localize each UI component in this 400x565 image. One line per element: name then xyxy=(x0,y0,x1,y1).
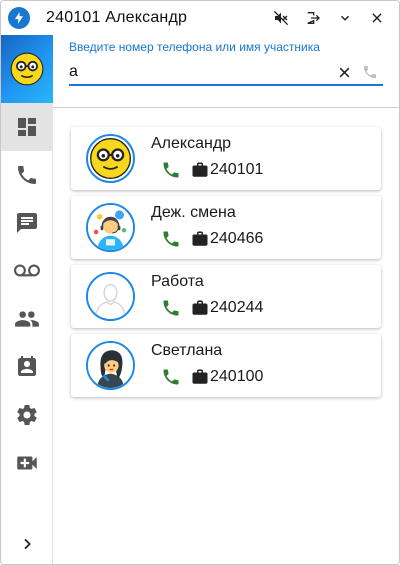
chevron-right-icon xyxy=(24,538,31,550)
contact-name: Александр xyxy=(151,135,232,152)
sidebar-item-contacts[interactable] xyxy=(1,295,53,343)
phone-icon xyxy=(163,231,179,247)
contact-name: Работа xyxy=(151,273,204,290)
contact-number-row: 240244 xyxy=(161,298,263,318)
mute-icon xyxy=(273,10,289,26)
avatar xyxy=(86,203,135,252)
phone-icon xyxy=(364,66,376,78)
mute-button[interactable] xyxy=(265,1,297,35)
sidebar-item-settings[interactable] xyxy=(1,391,53,439)
briefcase-icon xyxy=(191,368,209,386)
dashboard-icon xyxy=(18,118,36,136)
search-row xyxy=(69,59,383,86)
call-contact-button[interactable] xyxy=(161,160,181,180)
contact-card[interactable]: Светлана 240100 xyxy=(71,334,381,397)
clear-search-button[interactable] xyxy=(333,61,355,83)
voicemail-icon xyxy=(14,264,40,277)
sidebar-item-calendar[interactable] xyxy=(1,343,53,391)
logout-icon xyxy=(307,12,320,24)
app-window: 240101 Александр Введите номер телефона … xyxy=(0,0,400,565)
sidebar-item-calls[interactable] xyxy=(1,151,53,199)
contact-name: Светлана xyxy=(151,342,223,359)
contact-number: 240101 xyxy=(210,161,264,178)
window-controls xyxy=(265,1,393,35)
close-icon xyxy=(339,67,349,77)
contact-card[interactable]: Работа 240244 xyxy=(71,265,381,328)
emoji-glasses-icon xyxy=(10,52,44,86)
call-contact-button[interactable] xyxy=(161,229,181,249)
logout-button[interactable] xyxy=(297,1,329,35)
contact-number: 240244 xyxy=(210,299,264,316)
close-icon xyxy=(372,13,382,23)
call-contact-button[interactable] xyxy=(161,298,181,318)
briefcase-icon xyxy=(191,230,209,248)
briefcase-icon xyxy=(191,161,209,179)
contact-card[interactable]: Деж. смена 240466 xyxy=(71,196,381,259)
people-icon xyxy=(15,311,39,327)
app-logo-icon xyxy=(8,7,30,29)
calendar-user-icon xyxy=(18,356,36,376)
close-button[interactable] xyxy=(361,1,393,35)
sidebar-item-voicemail[interactable] xyxy=(1,247,53,295)
operator-avatar-icon xyxy=(88,205,133,250)
briefcase-icon xyxy=(191,299,209,317)
sidebar-expand-button[interactable] xyxy=(1,524,53,564)
chat-icon xyxy=(17,213,37,233)
person-placeholder-icon xyxy=(88,274,133,319)
current-user-avatar[interactable] xyxy=(1,35,53,103)
call-button[interactable] xyxy=(359,61,381,83)
contact-number-row: 240100 xyxy=(161,367,263,387)
phone-icon xyxy=(18,166,36,184)
contact-number: 240100 xyxy=(210,368,264,385)
avatar xyxy=(86,341,135,390)
minimize-button[interactable] xyxy=(329,1,361,35)
title-bar: 240101 Александр xyxy=(1,1,399,35)
woman-avatar-icon xyxy=(88,343,133,388)
search-input[interactable] xyxy=(69,59,319,84)
contact-name: Деж. смена xyxy=(151,204,236,221)
phone-icon xyxy=(163,300,179,316)
search-field: Введите номер телефона или имя участника xyxy=(69,39,383,89)
search-label: Введите номер телефона или имя участника xyxy=(69,40,320,54)
sidebar-nav xyxy=(1,103,53,487)
window-title: 240101 Александр xyxy=(46,9,188,26)
contact-list: Александр 240101 Деж. смена 240466 Работ… xyxy=(71,127,381,403)
call-contact-button[interactable] xyxy=(161,367,181,387)
sidebar xyxy=(1,35,53,564)
contact-card[interactable]: Александр 240101 xyxy=(71,127,381,190)
contact-number: 240466 xyxy=(210,230,264,247)
sidebar-item-video[interactable] xyxy=(1,439,53,487)
emoji-glasses-icon xyxy=(90,138,131,179)
contact-number-row: 240466 xyxy=(161,229,263,249)
gear-icon xyxy=(17,405,37,426)
avatar xyxy=(86,134,135,183)
sidebar-item-dashboard[interactable] xyxy=(1,103,53,151)
phone-icon xyxy=(163,369,179,385)
chevron-down-icon xyxy=(341,15,349,21)
header-divider xyxy=(53,107,399,108)
avatar xyxy=(86,272,135,321)
video-add-icon xyxy=(17,456,37,470)
contact-number-row: 240101 xyxy=(161,160,263,180)
sidebar-item-chat[interactable] xyxy=(1,199,53,247)
phone-icon xyxy=(163,162,179,178)
